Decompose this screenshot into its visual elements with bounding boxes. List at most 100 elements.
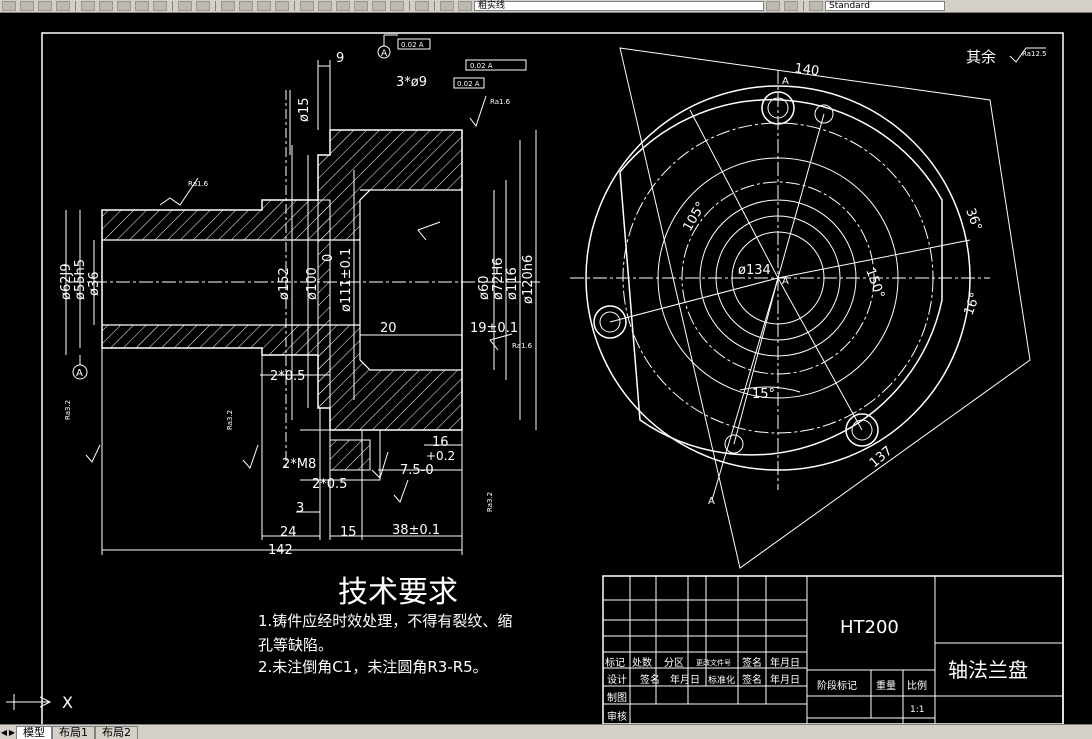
gdt-frame-1: 0.02 A [401, 41, 424, 49]
drawing-border [41, 32, 1064, 724]
tab-model[interactable]: 模型 [16, 726, 52, 739]
tb-sign: 签名 [742, 656, 762, 669]
separator [215, 1, 216, 11]
gdt-frame-2: 0.02 A [470, 62, 493, 70]
dim-16: 16° [962, 291, 984, 318]
calculator-icon[interactable] [390, 1, 404, 11]
next-tab-arrow-icon[interactable]: ▶ [8, 727, 16, 739]
layer-manager-icon[interactable] [440, 1, 454, 11]
tb-scale: 比例 [907, 679, 927, 692]
zoom-icon[interactable] [239, 1, 253, 11]
tool-icon[interactable] [56, 1, 70, 11]
separator [803, 1, 804, 11]
tb-date: 年月日 [770, 656, 800, 669]
tb-design: 设计 [607, 673, 627, 686]
undo-icon[interactable] [178, 1, 192, 11]
title-block [602, 575, 1064, 724]
text-style-icon[interactable] [809, 1, 823, 11]
dim-15deg: 15° [752, 387, 775, 402]
dim-chamfer2: 2*0.5 [312, 477, 347, 492]
dim-19: 19±0.1 [470, 321, 518, 336]
separator [294, 1, 295, 11]
help-icon[interactable] [415, 1, 429, 11]
separator [172, 1, 173, 11]
tech-line-2: 孔等缺陷。 [258, 636, 333, 654]
dim-142: 142 [268, 543, 293, 558]
part-name: 轴法兰盘 [948, 658, 1028, 682]
dim-d36: ø36 [87, 272, 102, 297]
drawing-canvas[interactable]: 9 ø15 3*ø9 ø62J9 ø55h5 ø36 ø152 ø100 0 ø… [0, 13, 1092, 724]
section-hatch-bore [317, 199, 331, 409]
layer-combo-value: 粗实线 [478, 1, 506, 11]
make-current-icon[interactable] [766, 1, 780, 11]
pan-icon[interactable] [221, 1, 235, 11]
design-center-icon[interactable] [318, 1, 332, 11]
brush-icon[interactable] [153, 1, 167, 11]
dim-d100: ø100 [305, 267, 320, 300]
tb-date3: 年月日 [770, 673, 800, 686]
mark-a-center: A [782, 276, 789, 287]
layer-previous-icon[interactable] [784, 1, 798, 11]
dim-105: 105° [680, 199, 709, 234]
tb-mark: 标记 [605, 657, 625, 669]
material: HT200 [840, 617, 899, 638]
text-style-combo[interactable]: Standard [825, 1, 945, 11]
roughness-5: Ra3.2 [226, 410, 234, 430]
dim-tol2: 7.5-0 [400, 463, 434, 478]
zoom-previous-icon[interactable] [275, 1, 289, 11]
datum-b: A [381, 49, 388, 59]
roughness-2: Ra1.6 [490, 98, 511, 106]
dim-20: 20 [380, 321, 397, 336]
rest-roughness: 其余 Ra12.5 [966, 47, 1047, 66]
section-hatch-upper [101, 129, 463, 241]
layer-state-icon[interactable] [458, 1, 472, 11]
tb-scale-value: 1:1 [910, 705, 924, 715]
zoom-window-icon[interactable] [257, 1, 271, 11]
gdt-frame-3: 0.02 A [457, 80, 480, 88]
dim-holes: 3*ø9 [396, 75, 427, 90]
tech-requirements: 技术要求 1.铸件应经时效处理，不得有裂纹、缩 孔等缺陷。 2.未注倒角C1，未… [258, 575, 512, 676]
dim-d62: ø62J9 [59, 263, 74, 300]
mark-a-bottom: A [708, 496, 715, 507]
paste-icon[interactable] [117, 1, 131, 11]
tech-title: 技术要求 [338, 575, 458, 610]
dim-zero: 0 [321, 254, 336, 262]
cut-icon[interactable] [81, 1, 95, 11]
dim-d152: ø152 [277, 267, 292, 300]
redo-icon[interactable] [196, 1, 210, 11]
dim-16: 16 [432, 435, 449, 450]
tb-change-doc: 更改文件号 [696, 658, 731, 667]
separator [75, 1, 76, 11]
first-tab-arrow-icon[interactable]: ◀ [0, 727, 8, 739]
tool-icon[interactable] [20, 1, 34, 11]
properties-icon[interactable] [300, 1, 314, 11]
dim-d15: ø15 [297, 98, 312, 123]
copy-icon[interactable] [99, 1, 113, 11]
tb-zone: 分区 [664, 657, 684, 669]
text-style-combo-value: Standard [829, 1, 870, 11]
sheet-set-icon[interactable] [354, 1, 368, 11]
tool-icon[interactable] [2, 1, 16, 11]
tb-standardize: 标准化 [708, 674, 735, 686]
inner-recess [359, 189, 462, 371]
dim-thread: 2*M8 [282, 457, 316, 472]
dim-d111: ø111±0.1 [339, 248, 354, 312]
tab-layout-1[interactable]: 布局1 [52, 726, 95, 739]
layout-tab-bar: ◀ ▶ 模型 布局1 布局2 [0, 724, 1092, 739]
tool-palette-icon[interactable] [336, 1, 350, 11]
tab-layout-2[interactable]: 布局2 [95, 726, 138, 739]
separator [434, 1, 435, 11]
markup-icon[interactable] [372, 1, 386, 11]
dim-36: 36° [962, 206, 984, 233]
plan-view [570, 47, 1031, 569]
match-icon[interactable] [135, 1, 149, 11]
ucs-icon: X [6, 693, 73, 712]
dim-134: ø134 [738, 263, 771, 278]
tool-icon[interactable] [38, 1, 52, 11]
dim-9: 9 [336, 51, 344, 66]
tb-count: 处数 [632, 656, 652, 669]
tb-date2: 年月日 [670, 673, 700, 686]
dim-d60: ø60 [477, 276, 492, 301]
dim-d55: ø55h5 [73, 259, 88, 300]
layer-combo[interactable]: 粗实线 [474, 1, 764, 11]
